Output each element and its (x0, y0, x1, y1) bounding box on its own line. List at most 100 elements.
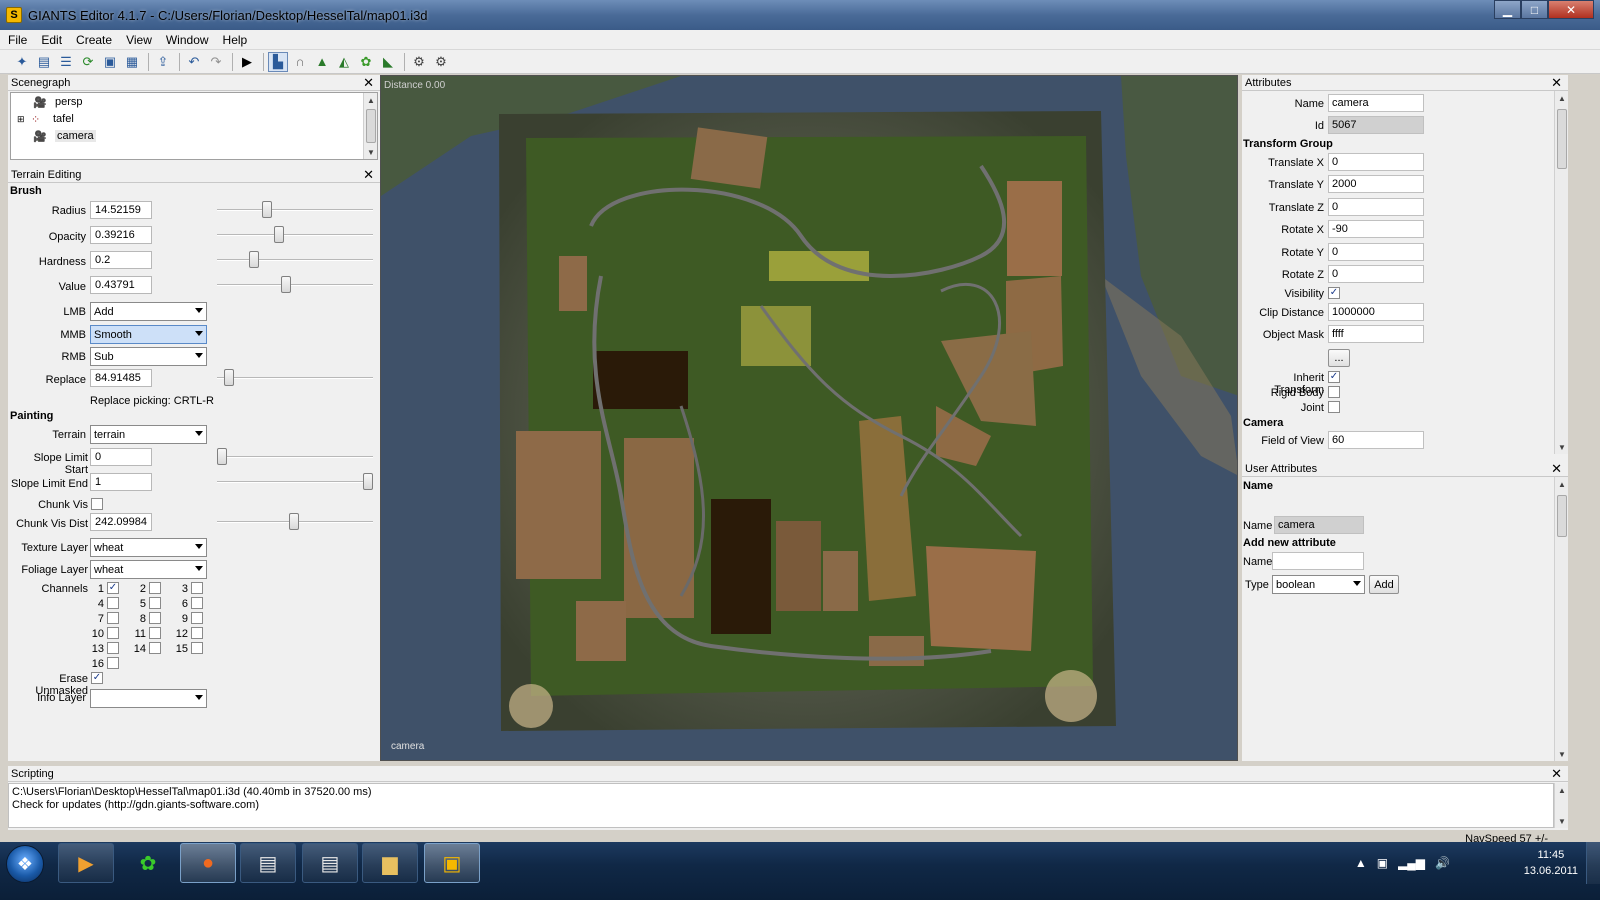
joint-checkbox[interactable] (1328, 401, 1340, 413)
scenegraph-scrollbar[interactable]: ▲ ▼ (363, 93, 377, 159)
translate-z-field[interactable]: 0 (1328, 198, 1424, 216)
play-icon[interactable]: ▶ (237, 52, 257, 72)
rmb-select[interactable]: Sub (90, 347, 207, 366)
open-icon[interactable]: ▤ (34, 52, 54, 72)
scroll-thumb[interactable] (1557, 109, 1567, 169)
new-scene-icon[interactable]: ✦ (12, 52, 32, 72)
chunk-vis-checkbox[interactable] (91, 498, 103, 510)
slope-start-slider[interactable] (217, 448, 373, 465)
expand-icon[interactable]: ⊞ (17, 114, 27, 125)
rotate-x-field[interactable]: -90 (1328, 220, 1424, 238)
scroll-down-icon[interactable]: ▼ (364, 145, 378, 159)
opacity-field[interactable]: 0.39216 (90, 226, 152, 244)
opacity-slider[interactable] (217, 226, 373, 243)
lmb-select[interactable]: Add (90, 302, 207, 321)
move-tool-icon[interactable]: ∩ (290, 52, 310, 72)
channel-checkbox[interactable] (191, 642, 203, 654)
save-all-icon[interactable]: ▦ (122, 52, 142, 72)
scroll-down-icon[interactable]: ▼ (1555, 440, 1569, 454)
network-signal-icon[interactable]: ▂▄▆ (1398, 856, 1425, 870)
firefox-icon[interactable]: ● (180, 843, 236, 883)
fov-field[interactable]: 60 (1328, 431, 1424, 449)
document-2-icon[interactable]: ▤ (302, 843, 358, 883)
menu-window[interactable]: Window (166, 33, 209, 47)
list-icon[interactable]: ☰ (56, 52, 76, 72)
start-button[interactable]: ❖ (6, 845, 44, 883)
undo-icon[interactable]: ↶ (184, 52, 204, 72)
clip-distance-field[interactable]: 1000000 (1328, 303, 1424, 321)
close-icon[interactable]: ✕ (1548, 0, 1594, 19)
close-icon[interactable]: ✕ (1551, 461, 1562, 477)
channel-checkbox[interactable]: ✓ (107, 582, 119, 594)
hardness-slider[interactable] (217, 251, 373, 268)
terrain-select[interactable]: terrain (90, 425, 207, 444)
show-desktop-button[interactable] (1586, 842, 1600, 884)
slider-knob[interactable] (224, 369, 234, 386)
rigid-body-checkbox[interactable] (1328, 386, 1340, 398)
channel-checkbox[interactable] (149, 597, 161, 609)
channel-checkbox[interactable] (191, 612, 203, 624)
tree-item-tafel[interactable]: ⊞ ⁘ tafel (17, 111, 74, 127)
terrain-sculpt-icon[interactable]: ▲ (312, 52, 332, 72)
new-attribute-name-field[interactable] (1272, 552, 1364, 570)
import-icon[interactable]: ⇪ (153, 52, 173, 72)
media-player-icon[interactable]: ▶ (58, 843, 114, 883)
foliage-paint-icon[interactable]: ✿ (356, 52, 376, 72)
chunk-vis-dist-slider[interactable] (217, 513, 373, 530)
slider-knob[interactable] (262, 201, 272, 218)
name-field[interactable]: camera (1328, 94, 1424, 112)
save-icon[interactable]: ▣ (100, 52, 120, 72)
mmb-select[interactable]: Smooth (90, 325, 207, 344)
info-layer-select[interactable] (90, 689, 207, 708)
object-mask-more-button[interactable]: ... (1328, 349, 1350, 367)
rotate-y-field[interactable]: 0 (1328, 243, 1424, 261)
slope-end-slider[interactable] (217, 473, 373, 490)
refresh-icon[interactable]: ⟳ (78, 52, 98, 72)
slope-start-field[interactable]: 0 (90, 448, 152, 466)
scroll-thumb[interactable] (1557, 495, 1567, 537)
replace-slider[interactable] (217, 369, 373, 386)
slider-knob[interactable] (281, 276, 291, 293)
tree-item-camera[interactable]: 🎥 camera (33, 128, 96, 144)
close-icon[interactable]: ✕ (363, 75, 374, 91)
user-attributes-scrollbar[interactable]: ▲ ▼ (1554, 477, 1568, 761)
explorer-folder-icon[interactable]: ▆ (362, 843, 418, 883)
clock[interactable]: 11:45 13.06.2011 (1524, 847, 1578, 879)
menu-create[interactable]: Create (76, 33, 112, 47)
settings-icon[interactable]: ⚙ (409, 52, 429, 72)
channel-checkbox[interactable] (107, 657, 119, 669)
texture-layer-select[interactable]: wheat (90, 538, 207, 557)
hardness-field[interactable]: 0.2 (90, 251, 152, 269)
channel-checkbox[interactable] (191, 597, 203, 609)
3d-viewport[interactable]: Distance 0.00 camera (380, 75, 1238, 761)
channel-checkbox[interactable] (149, 582, 161, 594)
value-slider[interactable] (217, 276, 373, 293)
scroll-up-icon[interactable]: ▲ (364, 93, 378, 107)
radius-field[interactable]: 14.52159 (90, 201, 152, 219)
slider-knob[interactable] (217, 448, 227, 465)
giants-editor-icon[interactable]: ▣ (424, 843, 480, 883)
visibility-checkbox[interactable]: ✓ (1328, 287, 1340, 299)
slider-knob[interactable] (363, 473, 373, 490)
translate-y-field[interactable]: 2000 (1328, 175, 1424, 193)
slope-end-field[interactable]: 1 (90, 473, 152, 491)
value-field[interactable]: 0.43791 (90, 276, 152, 294)
attributes-scrollbar[interactable]: ▲ ▼ (1554, 91, 1568, 454)
menu-edit[interactable]: Edit (41, 33, 62, 47)
add-attribute-button[interactable]: Add (1369, 575, 1399, 594)
scroll-up-icon[interactable]: ▲ (1555, 783, 1569, 797)
scroll-down-icon[interactable]: ▼ (1555, 814, 1569, 828)
scripting-console[interactable]: C:\Users\Florian\Desktop\HesselTal\map01… (8, 783, 1554, 828)
channel-checkbox[interactable] (149, 627, 161, 639)
terrain-lower-icon[interactable]: ◣ (378, 52, 398, 72)
settings-alt-icon[interactable]: ⚙ (431, 52, 451, 72)
scenegraph-tree[interactable]: 🎥 persp ⊞ ⁘ tafel 🎥 camera ▲ ▼ (10, 92, 378, 160)
type-select[interactable]: boolean (1272, 575, 1365, 594)
channel-checkbox[interactable] (107, 642, 119, 654)
channel-checkbox[interactable] (107, 627, 119, 639)
scroll-thumb[interactable] (366, 109, 376, 143)
channel-checkbox[interactable] (107, 612, 119, 624)
replace-field[interactable]: 84.91485 (90, 369, 152, 387)
channel-checkbox[interactable] (149, 642, 161, 654)
channel-checkbox[interactable] (107, 597, 119, 609)
